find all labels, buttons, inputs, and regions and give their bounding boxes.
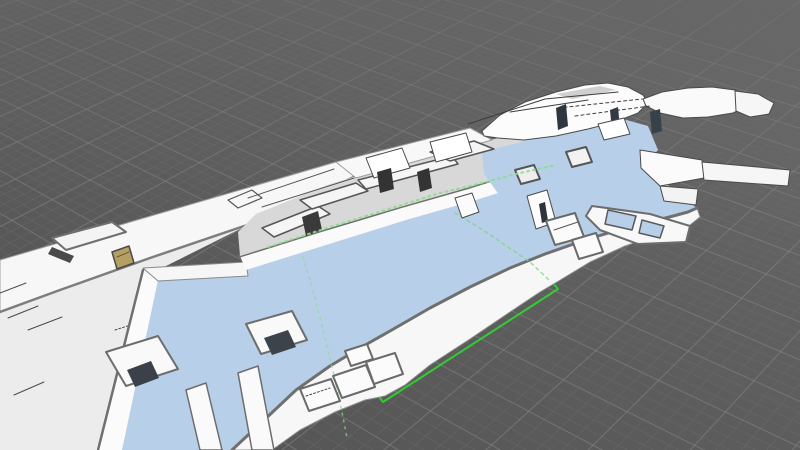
scene-svg <box>0 0 800 450</box>
superstructure-doorway <box>650 109 662 134</box>
superstructure-doorway <box>556 104 568 130</box>
deck-dark-box <box>377 168 394 193</box>
hatch-outline <box>566 147 592 167</box>
viewport-3d[interactable] <box>0 0 800 450</box>
